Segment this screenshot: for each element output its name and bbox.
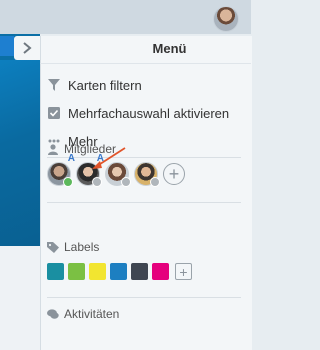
offline-status-badge [121,177,131,187]
tag-icon [47,241,59,253]
multiselect-menu-item[interactable]: Mehrfachauswahl aktivieren [47,103,229,123]
checkbox-icon [47,106,61,120]
filter-cards-menu-item[interactable]: Karten filtern [47,75,142,95]
labels-divider [47,297,241,298]
label-swatch[interactable] [131,263,148,280]
label-swatch[interactable] [152,263,169,280]
annotation-arrow [92,147,126,169]
filter-icon [47,78,61,92]
activities-title: Aktivitäten [64,307,120,321]
board-list-strip [0,36,14,56]
board-list-area-shade [0,60,40,260]
offline-status-badge [92,177,102,187]
label-swatch[interactable] [110,263,127,280]
admin-marker: A [67,153,75,164]
members-divider [47,202,241,203]
person-icon [47,143,59,155]
label-swatch[interactable] [47,263,64,280]
board-card [0,246,40,350]
online-status-badge [63,177,73,187]
menu-divider [47,157,241,158]
add-label-button[interactable]: + [175,263,192,280]
labels-title: Labels [64,240,100,254]
menu-title: Menü [152,41,187,56]
user-avatar[interactable] [213,6,239,32]
multiselect-label: Mehrfachauswahl aktivieren [68,105,230,121]
offline-status-badge [150,177,160,187]
menu-title-divider [40,63,251,64]
member-avatar[interactable] [134,162,160,187]
activities-heading[interactable]: Aktivitäten [47,307,119,321]
comments-icon [47,308,59,320]
label-swatch[interactable] [89,263,106,280]
filter-cards-label: Karten filtern [68,77,142,93]
label-swatch[interactable] [68,263,85,280]
labels-heading: Labels [47,240,99,254]
member-avatar[interactable]: A [47,153,75,187]
chevron-right-icon [23,42,32,54]
add-member-button[interactable]: + [163,163,185,185]
labels-color-list: + [47,263,192,280]
collapse-sidebar-button[interactable] [14,36,40,60]
